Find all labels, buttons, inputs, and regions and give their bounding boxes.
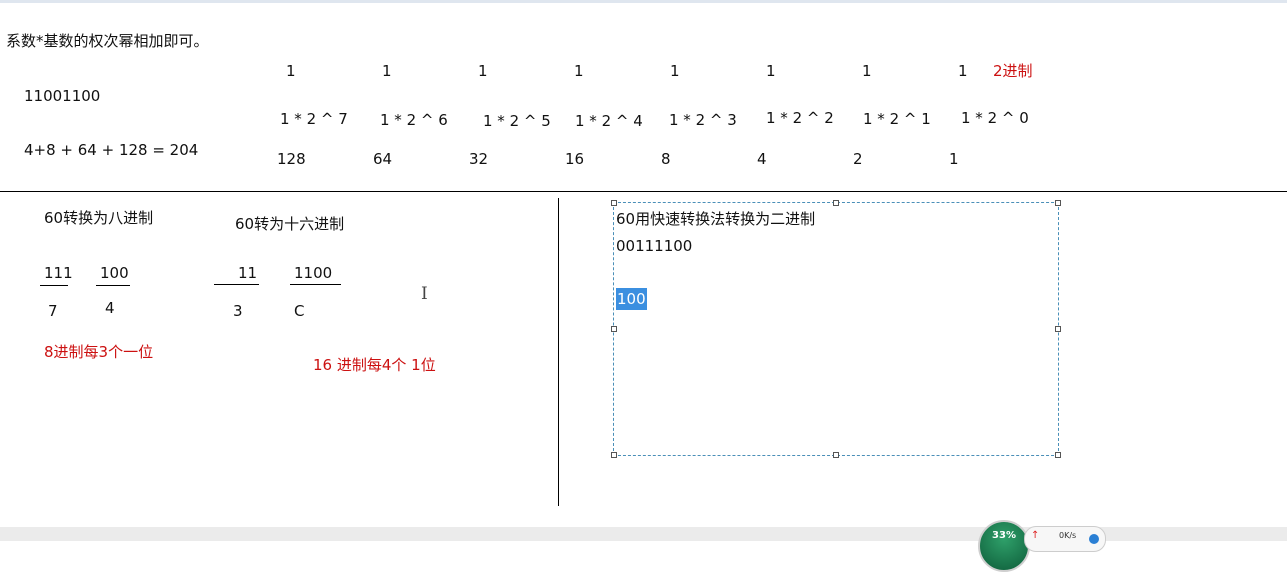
binary-value: 11001100 xyxy=(24,87,101,105)
bit-value: 1 xyxy=(574,62,584,80)
text-cursor-icon: I xyxy=(421,284,428,304)
hex-group-underline xyxy=(290,284,341,285)
power-term: 1 * 2 ^ 1 xyxy=(863,110,931,128)
explanation-heading: 系数*基数的权次幂相加即可。 xyxy=(6,32,209,50)
bit-value: 1 xyxy=(958,62,968,80)
power-term: 1 * 2 ^ 4 xyxy=(575,112,643,130)
bit-value: 1 xyxy=(286,62,296,80)
hex-group-underline xyxy=(214,284,259,285)
power-term: 1 * 2 ^ 3 xyxy=(669,111,737,129)
bit-value: 1 xyxy=(766,62,776,80)
resize-handle-left[interactable] xyxy=(611,326,617,332)
hex-group: 11 xyxy=(238,264,258,282)
resize-handle-right[interactable] xyxy=(1055,326,1061,332)
accelerator-icon xyxy=(1089,534,1099,544)
resize-handle-bottom-right[interactable] xyxy=(1055,452,1061,458)
power-term: 1 * 2 ^ 5 xyxy=(483,112,551,130)
window-top-border xyxy=(0,0,1287,3)
weight-value: 2 xyxy=(853,150,863,168)
octal-digit: 4 xyxy=(105,299,115,317)
octal-group-underline xyxy=(96,285,130,286)
hex-note: 16 进制每4个 1位 xyxy=(313,356,436,374)
resize-handle-top[interactable] xyxy=(833,200,839,206)
hex-group: 1100 xyxy=(294,264,333,282)
selected-text[interactable]: 100 xyxy=(616,288,647,310)
octal-group: 111 xyxy=(44,264,73,282)
bit-value: 1 xyxy=(478,62,488,80)
hex-digit: 3 xyxy=(233,302,243,320)
usage-percent: 33% xyxy=(992,530,1016,541)
weight-value: 4 xyxy=(757,150,767,168)
text-box-selection[interactable]: 60用快速转换法转换为二进制 00111100 100 xyxy=(611,200,1061,458)
weight-value: 128 xyxy=(277,150,306,168)
resize-handle-bottom[interactable] xyxy=(833,452,839,458)
weight-value: 8 xyxy=(661,150,671,168)
network-speed-widget[interactable]: ↑ 0K/s xyxy=(1024,526,1106,552)
hex-digit: C xyxy=(294,302,305,320)
weight-value: 1 xyxy=(949,150,959,168)
base-2-label: 2进制 xyxy=(993,62,1033,80)
weight-value: 32 xyxy=(469,150,489,168)
weight-value: 16 xyxy=(565,150,585,168)
resize-handle-top-left[interactable] xyxy=(611,200,617,206)
power-term: 1 * 2 ^ 6 xyxy=(380,111,448,129)
power-term: 1 * 2 ^ 7 xyxy=(280,110,348,128)
bit-value: 1 xyxy=(382,62,392,80)
octal-digit: 7 xyxy=(48,302,58,320)
octal-group-underline xyxy=(40,285,68,286)
vertical-divider xyxy=(558,198,559,506)
textbox-line-title[interactable]: 60用快速转换法转换为二进制 xyxy=(616,210,815,228)
hex-title: 60转为十六进制 xyxy=(235,215,345,233)
octal-title: 60转换为八进制 xyxy=(44,209,154,227)
textbox-line-binary[interactable]: 00111100 xyxy=(616,237,692,255)
weight-value: 64 xyxy=(373,150,393,168)
bit-value: 1 xyxy=(862,62,872,80)
sum-formula: 4+8 + 64 + 128 = 204 xyxy=(24,141,199,159)
resize-handle-bottom-left[interactable] xyxy=(611,452,617,458)
system-monitor-ball[interactable]: 33% xyxy=(978,520,1030,572)
resize-handle-top-right[interactable] xyxy=(1055,200,1061,206)
network-speed: 0K/s xyxy=(1059,531,1077,540)
power-term: 1 * 2 ^ 0 xyxy=(961,109,1029,127)
horizontal-divider xyxy=(0,191,1287,192)
power-term: 1 * 2 ^ 2 xyxy=(766,109,834,127)
octal-note: 8进制每3个一位 xyxy=(44,343,154,361)
upload-arrow-icon: ↑ xyxy=(1031,530,1040,541)
octal-group: 100 xyxy=(100,264,129,282)
bit-value: 1 xyxy=(670,62,680,80)
